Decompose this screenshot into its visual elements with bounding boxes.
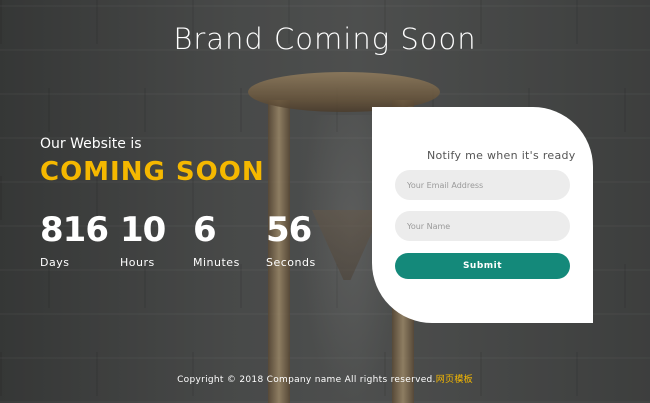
countdown-days-label: Days	[40, 256, 70, 269]
countdown-hours-label: Hours	[120, 256, 155, 269]
submit-button[interactable]: Submit	[395, 253, 570, 279]
countdown-seconds-label: Seconds	[266, 256, 316, 269]
countdown-minutes: 6 Minutes	[193, 210, 273, 269]
countdown-minutes-value: 6	[193, 210, 217, 250]
page-title: Brand Coming Soon	[173, 22, 477, 56]
email-field[interactable]	[395, 170, 570, 200]
footer-link[interactable]: 网页模板	[436, 375, 473, 385]
countdown-hours-value: 10	[120, 210, 166, 250]
countdown-days-value: 816	[40, 210, 109, 250]
countdown-days: 816 Days	[40, 210, 120, 269]
hero-headline: COMING SOON	[40, 157, 265, 187]
footer-copyright: Copyright © 2018 Company name All rights…	[177, 375, 436, 385]
hero-subtitle: Our Website is	[40, 136, 142, 152]
notify-form-card: Notify me when it's ready Submit	[372, 107, 593, 323]
countdown-seconds-value: 56	[266, 210, 312, 250]
countdown-minutes-label: Minutes	[193, 256, 240, 269]
footer: Copyright © 2018 Company name All rights…	[0, 372, 650, 385]
countdown-hours: 10 Hours	[120, 210, 200, 269]
notify-form-heading: Notify me when it's ready	[427, 149, 576, 162]
countdown-seconds: 56 Seconds	[266, 210, 346, 269]
name-field[interactable]	[395, 211, 570, 241]
